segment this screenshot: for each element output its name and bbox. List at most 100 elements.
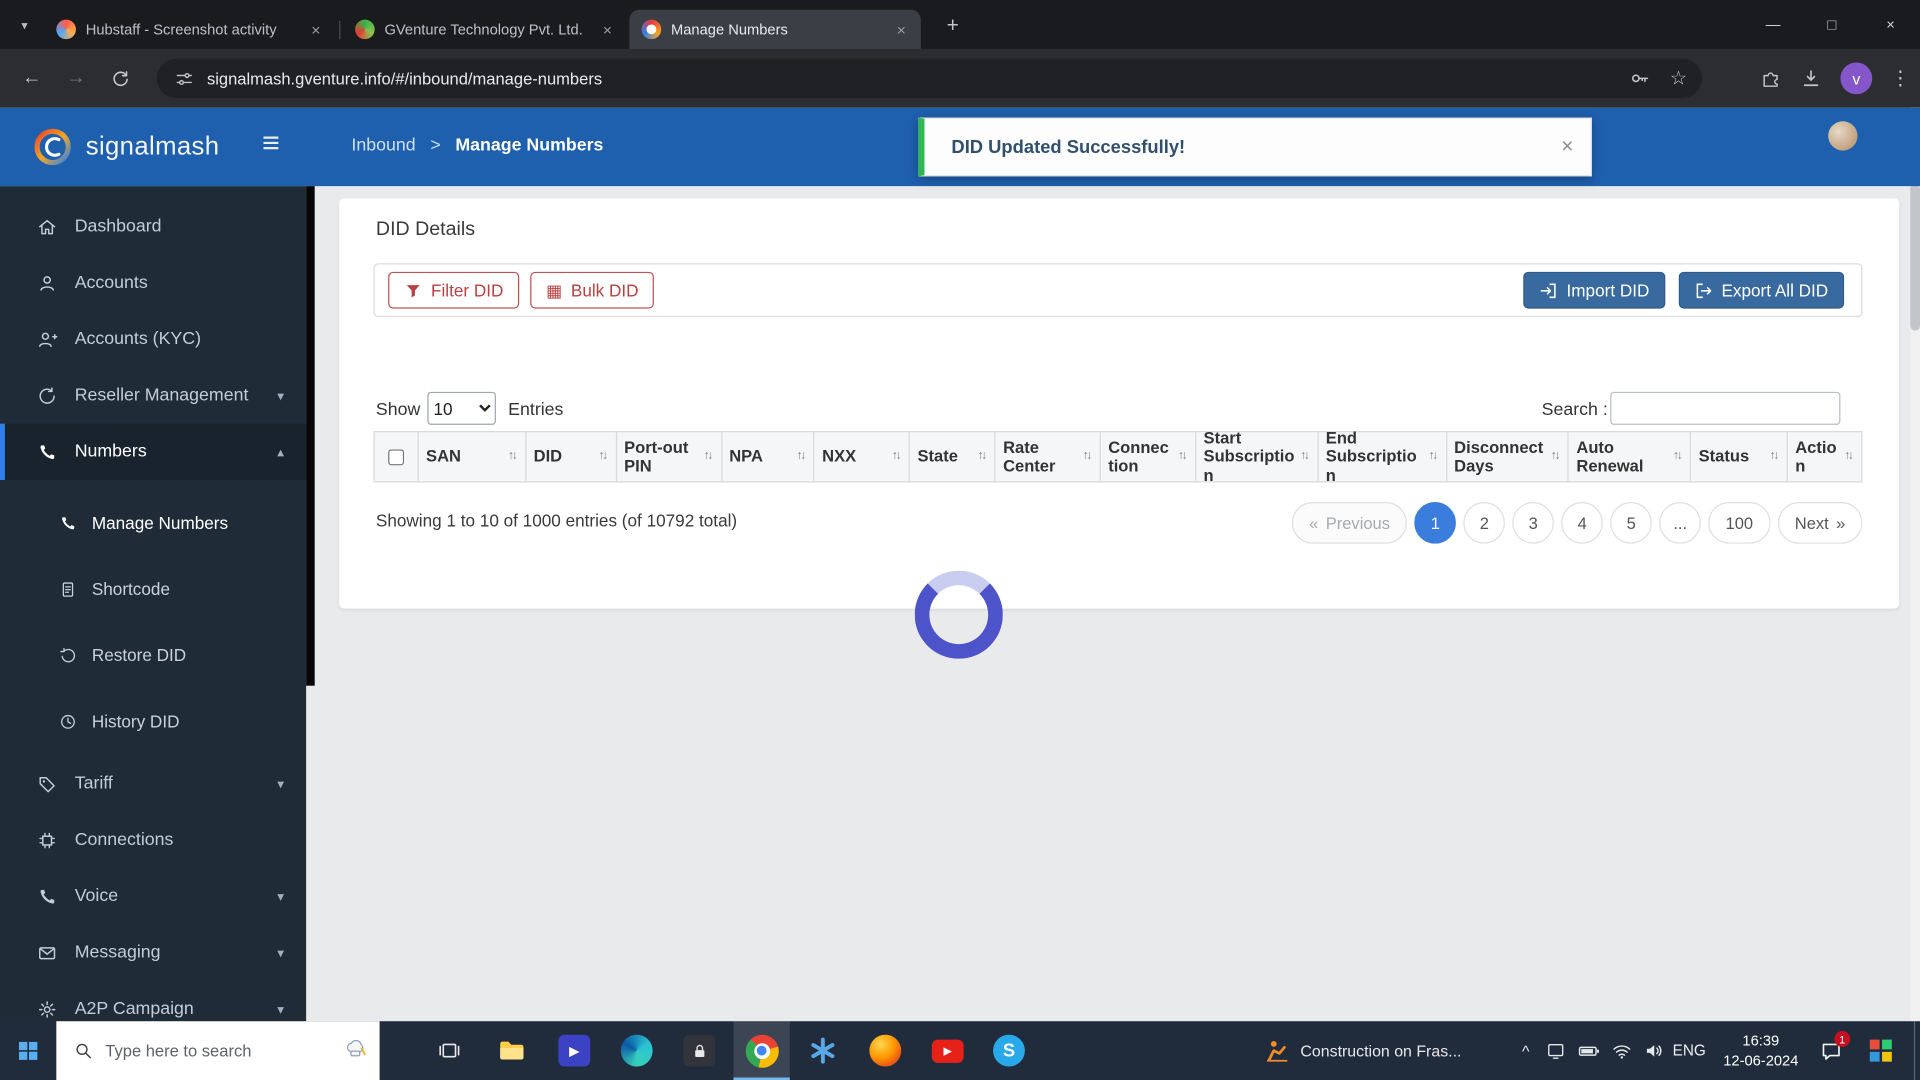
select-all-checkbox[interactable] (388, 449, 404, 465)
sort-icon[interactable]: ↑↓ (1770, 450, 1780, 464)
browser-menu-icon[interactable]: ⋮ (1891, 66, 1908, 90)
pagination-page-5[interactable]: 5 (1610, 502, 1652, 544)
task-view-button[interactable] (421, 1021, 477, 1080)
sidebar-item-tariff[interactable]: Tariff ▾ (0, 756, 306, 812)
pagination-previous[interactable]: « Previous (1292, 502, 1407, 544)
hidden-icons-button[interactable]: ^ (1522, 1021, 1529, 1080)
back-button[interactable]: ← (17, 64, 46, 93)
sort-icon[interactable]: ↑↓ (796, 450, 806, 464)
sidebar-toggle-icon[interactable]: ≡ (262, 126, 280, 162)
forward-button[interactable]: → (61, 64, 90, 93)
column-header-nxx[interactable]: NXX↑↓ (815, 432, 910, 481)
site-info-icon[interactable] (174, 68, 195, 89)
browser-tab-manage-numbers[interactable]: Manage Numbers × (629, 10, 920, 49)
tab-close-icon[interactable]: × (598, 20, 618, 40)
sort-icon[interactable]: ↑↓ (1428, 450, 1438, 464)
window-close-button[interactable]: × (1861, 0, 1920, 49)
sidebar-subitem-shortcode[interactable]: Shortcode (0, 556, 306, 622)
sort-icon[interactable]: ↑↓ (1844, 450, 1854, 464)
column-header-state[interactable]: State↑↓ (910, 432, 996, 481)
column-header-action[interactable]: Action↑↓ (1788, 432, 1861, 481)
password-manager-icon[interactable] (1628, 67, 1650, 89)
sort-icon[interactable]: ↑↓ (1178, 450, 1188, 464)
tab-close-icon[interactable]: × (306, 20, 326, 40)
taskbar-app-lock[interactable] (671, 1021, 727, 1080)
sidebar-item-accounts[interactable]: Accounts (0, 255, 306, 311)
taskbar-news-widget[interactable]: Construction on Fras... (1264, 1021, 1509, 1080)
sidebar-item-numbers[interactable]: Numbers ▴ (0, 424, 306, 480)
language-indicator[interactable]: ENG (1673, 1021, 1706, 1080)
reload-button[interactable] (105, 64, 134, 93)
sort-icon[interactable]: ↑↓ (977, 450, 987, 464)
taskbar-app-media-player[interactable]: ▶ (546, 1021, 602, 1080)
sort-icon[interactable]: ↑↓ (1551, 450, 1561, 464)
browser-tab-gventure[interactable]: GVenture Technology Pvt. Ltd. × (343, 10, 627, 49)
window-minimize-button[interactable]: — (1744, 0, 1803, 49)
pagination-page-100[interactable]: 100 (1708, 502, 1770, 544)
sidebar-subitem-manage-numbers[interactable]: Manage Numbers (0, 490, 306, 556)
pagination-ellipsis[interactable]: ... (1659, 502, 1701, 544)
url-text[interactable]: signalmash.gventure.info/#/inbound/manag… (207, 69, 1628, 87)
taskbar-app-skype[interactable]: S (981, 1021, 1037, 1080)
filter-did-button[interactable]: Filter DID (388, 272, 519, 309)
sort-icon[interactable]: ↑↓ (892, 450, 902, 464)
sort-icon[interactable]: ↑↓ (1082, 450, 1092, 464)
sidebar-item-messaging[interactable]: Messaging ▾ (0, 924, 306, 980)
sidebar-subitem-history-did[interactable]: History DID (0, 688, 306, 754)
page-scrollbar-thumb[interactable] (1910, 184, 1920, 331)
start-button[interactable] (0, 1021, 56, 1080)
wifi-icon[interactable] (1611, 1040, 1632, 1061)
column-header-san[interactable]: SAN↑↓ (419, 432, 527, 481)
action-center-button[interactable] (1810, 1021, 1852, 1080)
sort-icon[interactable]: ↑↓ (1673, 450, 1683, 464)
column-header-end-subscription[interactable]: End Subscription↑↓ (1318, 432, 1446, 481)
sort-icon[interactable]: ↑↓ (508, 450, 518, 464)
browser-profile-avatar[interactable]: v (1840, 62, 1872, 94)
taskbar-app-firefox[interactable] (857, 1021, 913, 1080)
sidebar-item-connections[interactable]: Connections (0, 812, 306, 868)
browser-tab-hubstaff[interactable]: Hubstaff - Screenshot activity × (44, 10, 335, 49)
user-avatar[interactable] (1828, 121, 1857, 150)
taskbar-search-box[interactable]: Type here to search (56, 1021, 379, 1080)
sort-icon[interactable]: ↑↓ (704, 450, 714, 464)
taskbar-clock[interactable]: 16:39 12-06-2024 (1717, 1021, 1805, 1080)
sidebar-item-voice[interactable]: Voice ▾ (0, 868, 306, 924)
extensions-icon[interactable] (1760, 67, 1782, 89)
column-header-start-subscription[interactable]: Start Subscription↑↓ (1196, 432, 1318, 481)
column-header-connection[interactable]: Connection↑↓ (1101, 432, 1196, 481)
taskbar-app-file-explorer[interactable] (484, 1021, 540, 1080)
entries-per-page-select[interactable]: 10 (427, 392, 496, 425)
sidebar-scrollbar[interactable] (306, 186, 315, 686)
tablet-mode-icon[interactable] (1545, 1040, 1566, 1061)
sidebar-item-dashboard[interactable]: Dashboard (0, 198, 306, 254)
column-header-status[interactable]: Status↑↓ (1691, 432, 1788, 481)
sidebar-subitem-restore-did[interactable]: Restore DID (0, 622, 306, 688)
column-header-rate-center[interactable]: Rate Center↑↓ (996, 432, 1101, 481)
window-maximize-button[interactable]: □ (1802, 0, 1861, 49)
battery-icon[interactable] (1577, 1039, 1600, 1062)
tab-search-button[interactable]: ▾ (12, 13, 36, 37)
taskbar-app-youtube[interactable]: ▶ (920, 1021, 976, 1080)
bookmark-star-icon[interactable]: ☆ (1670, 66, 1688, 90)
pagination-page-1[interactable]: 1 (1415, 502, 1457, 544)
column-header-auto-renewal[interactable]: Auto Renewal↑↓ (1569, 432, 1691, 481)
volume-icon[interactable] (1643, 1040, 1665, 1062)
brand-logo[interactable]: signalmash (32, 126, 220, 168)
bulk-did-button[interactable]: ▦ Bulk DID (530, 272, 654, 309)
omnibox[interactable]: signalmash.gventure.info/#/inbound/manag… (157, 59, 1702, 98)
column-header-did[interactable]: DID↑↓ (526, 432, 616, 481)
search-input[interactable] (1610, 392, 1840, 425)
breadcrumb-section[interactable]: Inbound (351, 136, 415, 156)
import-did-button[interactable]: Import DID (1524, 272, 1666, 309)
export-all-did-button[interactable]: Export All DID (1679, 272, 1844, 309)
pagination-page-3[interactable]: 3 (1512, 502, 1554, 544)
downloads-icon[interactable] (1800, 67, 1822, 89)
sort-icon[interactable]: ↑↓ (598, 450, 608, 464)
sidebar-item-accounts-kyc[interactable]: Accounts (KYC) (0, 311, 306, 367)
sort-icon[interactable]: ↑↓ (1300, 450, 1310, 464)
column-header-npa[interactable]: NPA↑↓ (722, 432, 815, 481)
column-header-disconnect-days[interactable]: Disconnect Days↑↓ (1447, 432, 1569, 481)
taskbar-app-pinwheel[interactable] (795, 1021, 851, 1080)
colorful-app-tray-icon[interactable] (1859, 1021, 1903, 1080)
pagination-page-2[interactable]: 2 (1463, 502, 1505, 544)
